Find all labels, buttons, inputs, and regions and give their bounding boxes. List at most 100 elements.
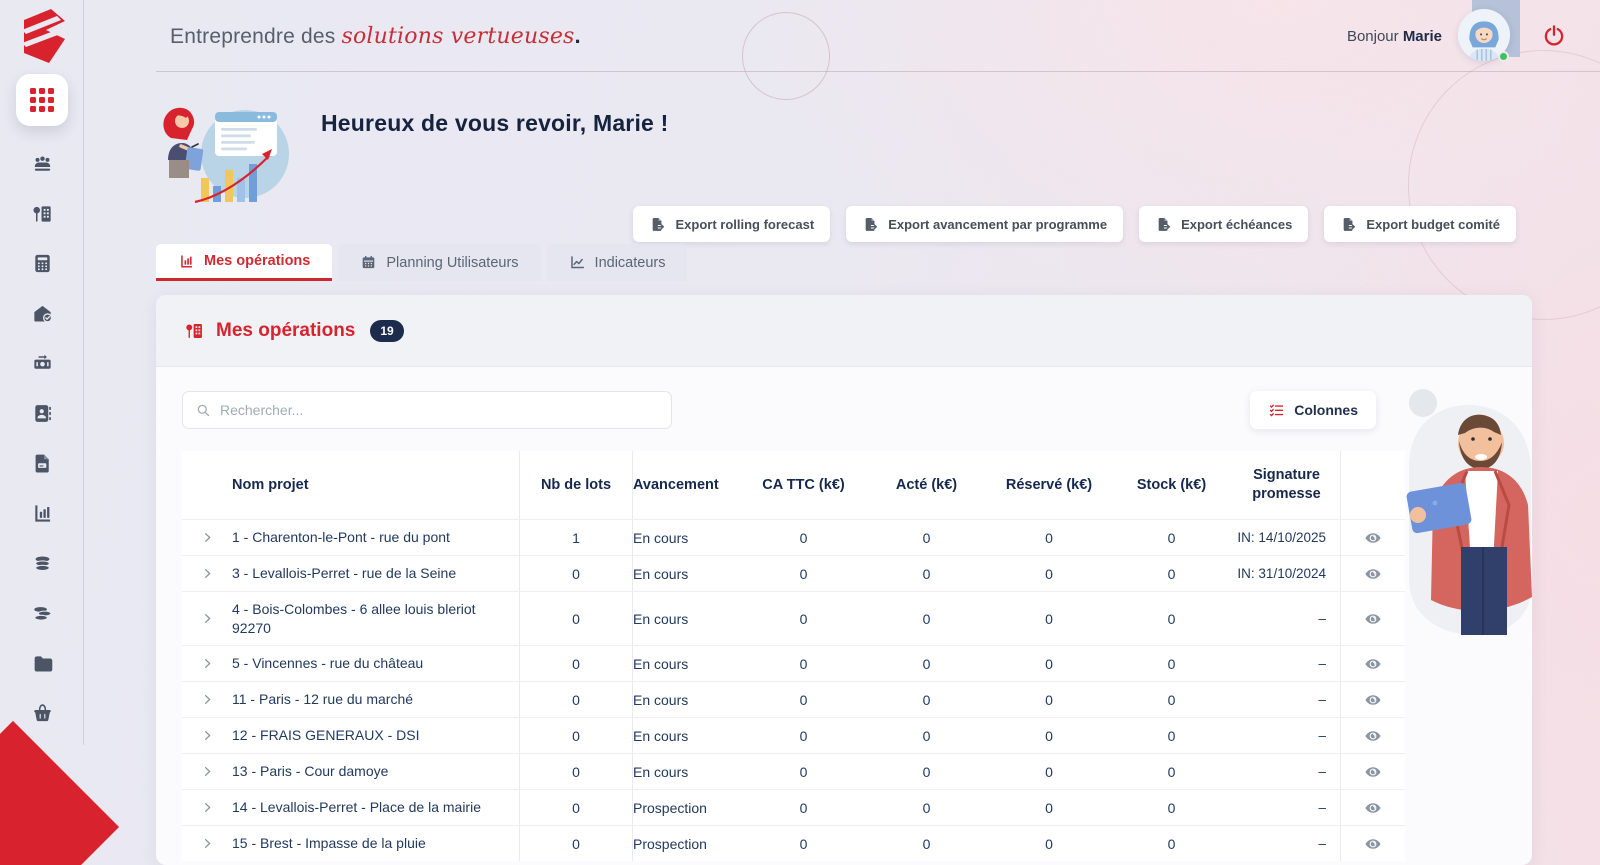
table-row[interactable]: 5 - Vincennes - rue du château 0 En cour… xyxy=(182,645,1405,681)
greeting-word: Bonjour xyxy=(1347,28,1399,45)
expand-row-button[interactable] xyxy=(201,693,214,706)
view-operation-button[interactable] xyxy=(1364,835,1382,853)
view-operation-button[interactable] xyxy=(1364,565,1382,583)
cell-acte: 0 xyxy=(865,592,988,645)
cell-avancement: En cours xyxy=(633,592,742,645)
sidebar-item-invoices[interactable] xyxy=(0,438,84,488)
folder-icon xyxy=(31,652,54,675)
cell-nom-projet: 4 - Bois-Colombes - 6 allee louis blerio… xyxy=(232,592,520,645)
file-export-icon xyxy=(649,216,666,233)
chevron-right-icon xyxy=(201,729,214,742)
sidebar-item-calculator[interactable] xyxy=(0,238,84,288)
tab-indicateurs[interactable]: Indicateurs xyxy=(547,244,688,281)
woman-chart-illustration xyxy=(155,98,307,206)
search-input-wrapper xyxy=(182,391,672,429)
view-operation-button[interactable] xyxy=(1364,799,1382,817)
view-operation-button[interactable] xyxy=(1364,655,1382,673)
decorative-arc xyxy=(1408,50,1600,320)
expand-row-button[interactable] xyxy=(201,567,214,580)
sidebar-item-properties[interactable] xyxy=(0,288,84,338)
header-nb-de-lots[interactable]: Nb de lots xyxy=(520,451,633,519)
cell-nb-de-lots: 0 xyxy=(520,592,633,645)
sidebar-item-treasury-alt[interactable] xyxy=(0,588,84,638)
sidebar-item-operations[interactable] xyxy=(0,188,84,238)
cell-avancement: En cours xyxy=(633,646,742,681)
table-row[interactable]: 13 - Paris - Cour damoye 0 En cours 0 0 … xyxy=(182,753,1405,789)
file-export-icon xyxy=(1155,216,1172,233)
table-row[interactable]: 3 - Levallois-Perret - rue de la Seine 0… xyxy=(182,555,1405,591)
cell-ca-ttc: 0 xyxy=(742,790,865,825)
calculator-icon xyxy=(31,252,54,275)
cell-reserve: 0 xyxy=(988,718,1110,753)
brand-logo[interactable] xyxy=(15,8,69,64)
expand-row-button[interactable] xyxy=(201,837,214,850)
cell-acte: 0 xyxy=(865,790,988,825)
expand-row-button[interactable] xyxy=(201,765,214,778)
view-operation-button[interactable] xyxy=(1364,610,1382,628)
header-nom-projet[interactable]: Nom projet xyxy=(232,451,520,519)
sidebar-item-folders[interactable] xyxy=(0,638,84,688)
sidebar-item-treasury[interactable] xyxy=(0,538,84,588)
expand-row-button[interactable] xyxy=(201,657,214,670)
table-row[interactable]: 1 - Charenton-le-Pont - rue du pont 1 En… xyxy=(182,519,1405,555)
sidebar-item-apps[interactable] xyxy=(16,74,68,126)
view-operation-button[interactable] xyxy=(1364,727,1382,745)
user-avatar[interactable] xyxy=(1458,7,1516,65)
header-avancement[interactable]: Avancement xyxy=(633,451,742,519)
topbar-right: Bonjour Marie xyxy=(1347,7,1600,65)
sidebar-item-statistics[interactable] xyxy=(0,488,84,538)
tab-mes-operations[interactable]: Mes opérations xyxy=(156,244,332,281)
header-expand-column xyxy=(182,451,232,519)
table-row[interactable]: 15 - Brest - Impasse de la pluie 0 Prosp… xyxy=(182,825,1405,861)
cell-nb-de-lots: 0 xyxy=(520,556,633,591)
header-reserve[interactable]: Réservé (k€) xyxy=(988,451,1110,519)
table-row[interactable]: 11 - Paris - 12 rue du marché 0 En cours… xyxy=(182,681,1405,717)
cell-reserve: 0 xyxy=(988,754,1110,789)
view-operation-button[interactable] xyxy=(1364,691,1382,709)
chevron-right-icon xyxy=(201,837,214,850)
columns-button[interactable]: Colonnes xyxy=(1250,391,1376,429)
expand-row-button[interactable] xyxy=(201,729,214,742)
tab-planning-utilisateurs[interactable]: Planning Utilisateurs xyxy=(338,244,540,281)
users-group-icon xyxy=(31,152,54,175)
header-acte[interactable]: Acté (k€) xyxy=(865,451,988,519)
cell-acte: 0 xyxy=(865,826,988,861)
logout-power-button[interactable] xyxy=(1542,24,1566,48)
cell-nom-projet: 15 - Brest - Impasse de la pluie xyxy=(232,826,520,861)
expand-row-button[interactable] xyxy=(201,801,214,814)
view-operation-button[interactable] xyxy=(1364,763,1382,781)
tree-building-icon xyxy=(31,202,54,225)
eye-icon xyxy=(1364,610,1382,628)
cell-signature-promesse: IN: 14/10/2025 xyxy=(1233,520,1340,555)
export-rolling-forecast-button[interactable]: Export rolling forecast xyxy=(633,206,830,242)
eye-icon xyxy=(1364,727,1382,745)
cell-stock: 0 xyxy=(1110,592,1233,645)
cell-ca-ttc: 0 xyxy=(742,718,865,753)
cell-reserve: 0 xyxy=(988,520,1110,555)
view-operation-button[interactable] xyxy=(1364,529,1382,547)
sidebar-item-contacts[interactable] xyxy=(0,388,84,438)
banknote-icon xyxy=(31,352,54,375)
export-budget-comite-button[interactable]: Export budget comité xyxy=(1324,206,1516,242)
table-row[interactable]: 14 - Levallois-Perret - Place de la mair… xyxy=(182,789,1405,825)
expand-row-button[interactable] xyxy=(201,531,214,544)
header-stock[interactable]: Stock (k€) xyxy=(1110,451,1233,519)
search-input[interactable] xyxy=(220,402,659,418)
sidebar-item-payments[interactable] xyxy=(0,338,84,388)
sidebar-item-purchases[interactable] xyxy=(0,688,84,738)
cell-stock: 0 xyxy=(1110,718,1233,753)
operations-table: Nom projet Nb de lots Avancement CA TTC … xyxy=(182,451,1405,861)
cell-signature-promesse: – xyxy=(1233,826,1340,861)
table-row[interactable]: 4 - Bois-Colombes - 6 allee louis blerio… xyxy=(182,591,1405,645)
header-signature-promesse[interactable]: Signature promesse xyxy=(1233,451,1340,519)
table-row[interactable]: 12 - FRAIS GENERAUX - DSI 0 En cours 0 0… xyxy=(182,717,1405,753)
cell-avancement: En cours xyxy=(633,682,742,717)
sidebar-item-users[interactable] xyxy=(0,138,84,188)
export-echeances-button[interactable]: Export échéances xyxy=(1139,206,1308,242)
header-ca-ttc[interactable]: CA TTC (k€) xyxy=(742,451,865,519)
panel-title: Mes opérations xyxy=(216,320,355,342)
cell-reserve: 0 xyxy=(988,592,1110,645)
cell-ca-ttc: 0 xyxy=(742,592,865,645)
expand-row-button[interactable] xyxy=(201,612,214,625)
export-avancement-button[interactable]: Export avancement par programme xyxy=(846,206,1123,242)
